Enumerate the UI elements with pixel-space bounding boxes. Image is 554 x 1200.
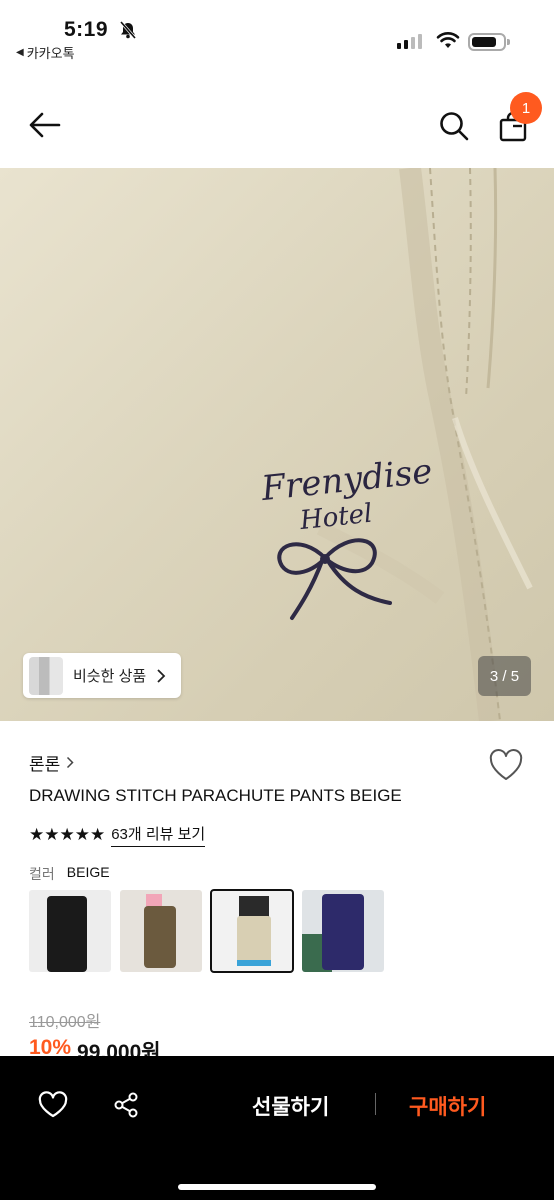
color-value: BEIGE [66,864,110,880]
swatch-navy[interactable] [302,890,384,972]
similar-items-button[interactable]: 비슷한 상품 [23,653,181,698]
color-label: 컬러 [29,866,55,882]
product-photo-illustration: Frenydise Hotel [259,168,533,721]
share-icon[interactable] [112,1091,140,1119]
similar-thumbnail [29,656,63,695]
product-image[interactable]: Frenydise Hotel [0,168,554,721]
battery-icon [468,33,510,51]
chevron-right-icon [67,756,74,769]
review-link[interactable]: 63개 리뷰 보기 [111,823,206,847]
signal-icon [397,34,422,49]
color-swatch-list [29,889,384,973]
search-icon[interactable] [438,110,470,142]
status-bar: 5:19 ◀ 카카오톡 [0,0,554,70]
brand-link[interactable]: 론론 [29,750,74,775]
wishlist-heart-icon[interactable] [488,748,524,782]
chevron-right-icon [157,668,166,683]
swatch-khaki[interactable] [120,890,202,972]
home-indicator [178,1184,376,1190]
brand-name: 론론 [29,755,61,774]
buy-button[interactable]: 구매하기 [409,1091,486,1121]
star-rating-icon: ★★★★★ [29,825,106,844]
divider [375,1093,376,1115]
color-option-row: 컬러 BEIGE [29,864,110,884]
heart-icon[interactable] [38,1091,68,1119]
back-arrow-icon[interactable] [28,110,62,140]
cart-count-badge: 1 [510,92,542,124]
back-app-label: 카카오톡 [26,46,75,61]
back-triangle-icon: ◀ [16,47,24,58]
back-to-app-link[interactable]: ◀ 카카오톡 [16,43,75,62]
embroidery-line2: Hotel [298,499,374,537]
rating-row: ★★★★★ 63개 리뷰 보기 [29,823,206,847]
product-page: 5:19 ◀ 카카오톡 1 Frenydise Hotel 비슷한 상품 3 /… [0,0,554,1200]
similar-items-label: 비슷한 상품 [73,668,147,685]
swatch-beige-selected[interactable] [210,889,294,973]
gift-button[interactable]: 선물하기 [252,1091,329,1121]
bottom-action-bar [0,1056,554,1200]
swatch-black[interactable] [29,890,111,972]
product-name: DRAWING STITCH PARACHUTE PANTS BEIGE [29,786,402,805]
wifi-icon [436,32,460,48]
original-price: 110,000원 [29,1014,101,1031]
image-counter: 3 / 5 [478,656,531,696]
status-time: 5:19 [64,18,109,41]
top-nav [0,84,554,168]
mute-bell-icon [119,21,137,39]
